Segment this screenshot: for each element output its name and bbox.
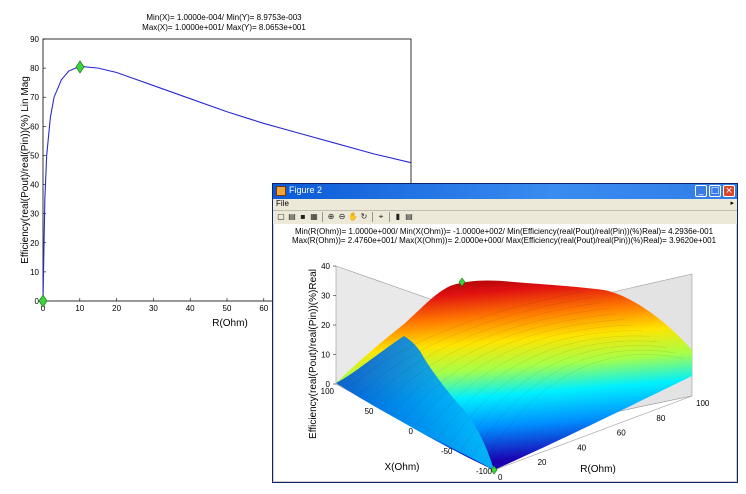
fig1-xtick-label: 10: [75, 304, 84, 313]
datacursor-icon[interactable]: ⌖: [376, 212, 386, 222]
fig2-title-line2: Max(R(Ohm))= 2.4760e+001/ Max(X(Ohm))= 2…: [292, 236, 717, 245]
figure2-window[interactable]: Figure 2 _ □ × File ▸ ▢ ▤ ▪ ▦ ⊕ ⊖ ✋ ↻ ⌖ …: [272, 183, 738, 483]
titlebar[interactable]: Figure 2 _ □ ×: [273, 184, 737, 199]
fig1-ytick-label: 10: [30, 268, 39, 277]
fig2-title-line1: Min(R(Ohm))= 1.0000e+000/ Min(X(Ohm))= -…: [295, 227, 714, 236]
menu-overflow-arrow-icon[interactable]: ▸: [730, 199, 734, 207]
legend-icon[interactable]: ▤: [404, 212, 414, 222]
fig2-ztick-label: 20: [321, 321, 330, 330]
window-title: Figure 2: [289, 185, 323, 195]
fig1-ytick-label: 70: [30, 93, 39, 102]
fig1-ytick-label: 50: [30, 151, 39, 160]
fig2-rtick-label: 100: [696, 399, 710, 408]
toolbar-separator: [389, 212, 390, 222]
fig2-ztick-label: 40: [321, 262, 330, 271]
fig1-ytick-label: 90: [30, 35, 39, 44]
toolbar-separator: [322, 212, 323, 222]
rotate-icon[interactable]: ↻: [359, 212, 369, 222]
fig2-xtick-label: -100: [476, 467, 493, 476]
print-icon[interactable]: ▦: [309, 212, 319, 222]
fig1-xtick-label: 40: [186, 304, 195, 313]
zoom-out-icon[interactable]: ⊖: [337, 212, 347, 222]
fig2-xtick-label: 0: [409, 427, 414, 436]
pan-icon[interactable]: ✋: [348, 212, 358, 222]
fig2-ztick-label: 10: [321, 351, 330, 360]
menubar: File ▸: [273, 199, 737, 211]
toolbar: ▢ ▤ ▪ ▦ ⊕ ⊖ ✋ ↻ ⌖ ▮ ▤: [273, 211, 737, 224]
fig2-xlabel: X(Ohm): [385, 462, 420, 473]
fig2-rtick-label: 40: [577, 443, 586, 452]
open-icon[interactable]: ▤: [287, 212, 297, 222]
fig2-rtick-label: 80: [656, 414, 665, 423]
fig2-z-ticks: 010203040: [321, 262, 336, 389]
figure2-canvas[interactable]: Min(R(Ohm))= 1.0000e+000/ Min(X(Ohm))= -…: [274, 224, 736, 482]
fig1-ytick-label: 60: [30, 122, 39, 131]
fig1-ytick-label: 40: [30, 181, 39, 190]
close-button[interactable]: ×: [723, 185, 735, 197]
fig2-ztick-label: 30: [321, 292, 330, 301]
matlab-icon: [276, 186, 286, 196]
save-icon[interactable]: ▪: [298, 212, 308, 222]
fig2-xtick-label: 100: [321, 387, 335, 396]
fig1-ylabel: Efficiency(real(Pout)/real(Pin))(%) Lin …: [20, 76, 31, 264]
new-icon[interactable]: ▢: [276, 212, 286, 222]
minimize-button[interactable]: _: [695, 185, 707, 197]
fig1-xtick-label: 20: [112, 304, 121, 313]
fig2-xtick-label: 50: [365, 407, 374, 416]
zoom-in-icon[interactable]: ⊕: [326, 212, 336, 222]
maximize-button[interactable]: □: [709, 185, 721, 197]
fig1-xlabel: R(Ohm): [212, 318, 248, 329]
fig1-title-line2: Max(X)= 1.0000e+001/ Max(Y)= 8.0653e+001: [142, 23, 306, 32]
fig1-ytick-label: 30: [30, 210, 39, 219]
fig2-xtick-label: -50: [441, 447, 453, 456]
fig2-rtick-label: 20: [538, 458, 547, 467]
surface-plot: Min(R(Ohm))= 1.0000e+000/ Min(X(Ohm))= -…: [292, 227, 717, 482]
fig1-xtick-label: 30: [149, 304, 158, 313]
fig2-rtick-label: 60: [617, 429, 626, 438]
fig2-zlabel: Efficiency(real(Pout)/real(Pin))(%)Real: [308, 269, 319, 439]
fig2-rlabel: R(Ohm): [580, 464, 616, 475]
fig1-xtick-label: 50: [223, 304, 232, 313]
fig1-xtick-label: 60: [259, 304, 268, 313]
colorbar-icon[interactable]: ▮: [393, 212, 403, 222]
fig1-ytick-label: 20: [30, 239, 39, 248]
toolbar-separator: [372, 212, 373, 222]
fig1-ytick-label: 80: [30, 64, 39, 73]
fig1-ytick-label: 0: [35, 297, 40, 306]
menu-file[interactable]: File: [276, 199, 289, 208]
fig1-title-line1: Min(X)= 1.0000e-004/ Min(Y)= 8.9753e-003: [146, 13, 302, 22]
fig2-rtick-label: 0: [498, 473, 503, 481]
